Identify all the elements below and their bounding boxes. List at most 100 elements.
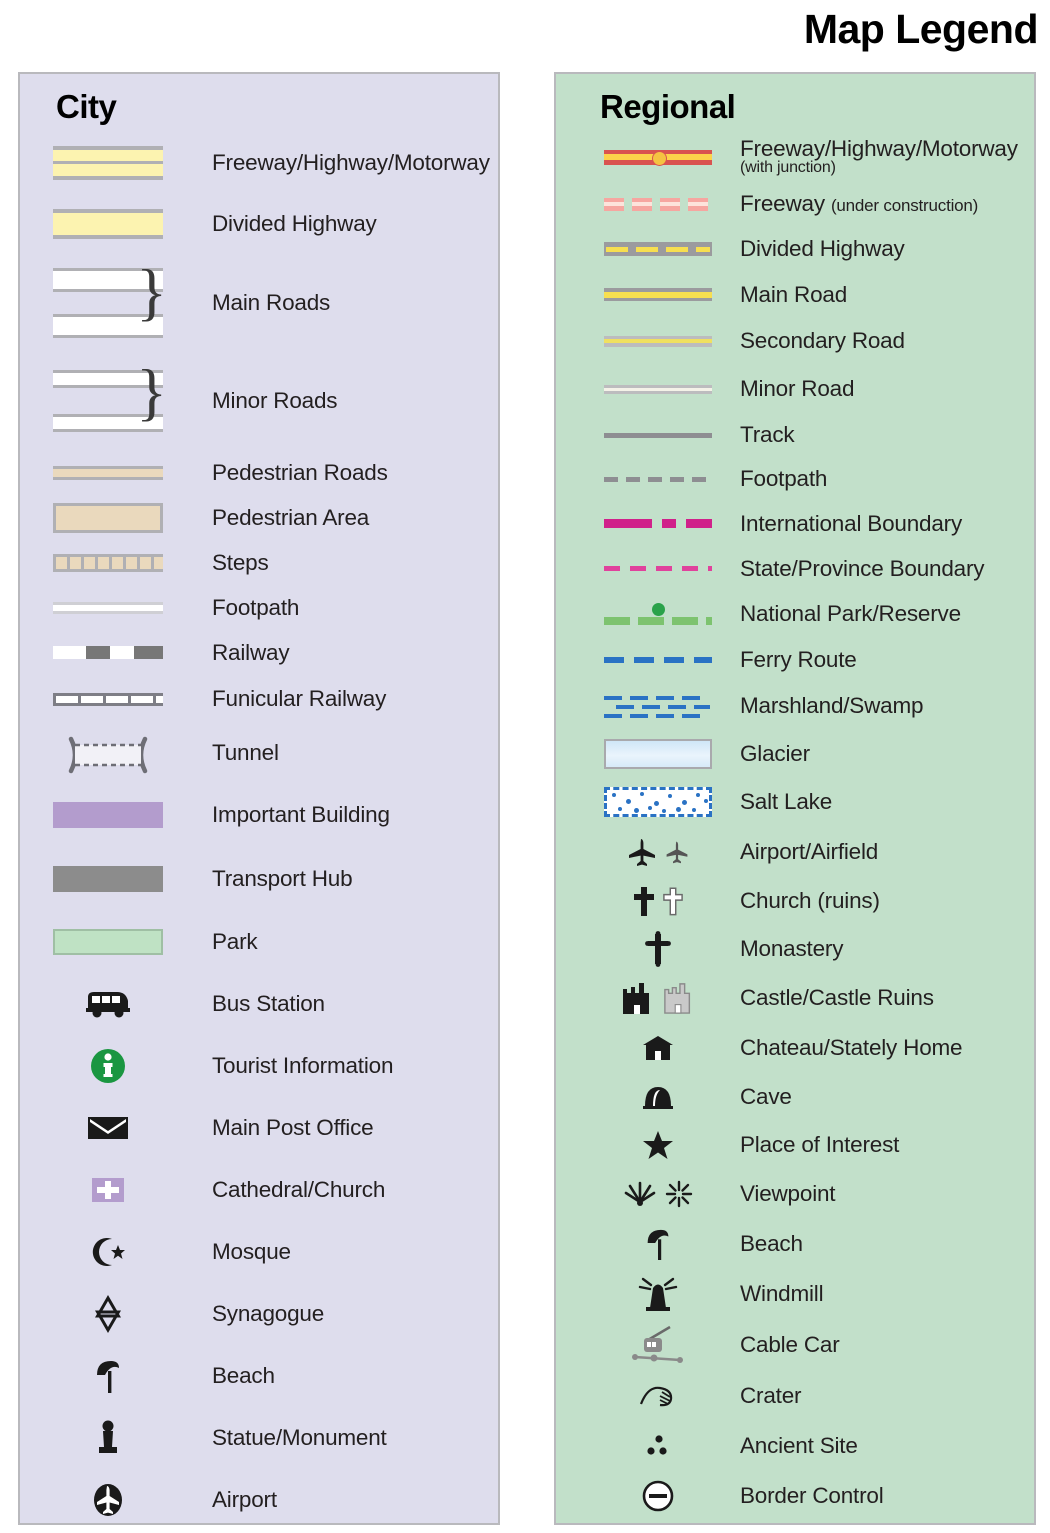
legend-label: Tourist Information (212, 1053, 394, 1079)
funicular-railway-line-icon (44, 692, 172, 706)
viewpoint-fan-icon (624, 1181, 656, 1206)
border-control-icon (598, 1479, 718, 1513)
legend-row-secondary-road: Secondary Road (556, 317, 1034, 365)
legend-row-national-park: National Park/Reserve (556, 591, 1034, 637)
chateau-icon (598, 1034, 718, 1062)
legend-row-footpath: Footpath (20, 585, 498, 630)
legend-row-church-ruins: Church (ruins) (556, 877, 1034, 925)
legend-label: Secondary Road (740, 328, 905, 354)
cross-icon (634, 887, 654, 916)
park-swatch-icon (44, 929, 172, 955)
legend-row-salt-lake: Salt Lake (556, 777, 1034, 827)
crater-icon (598, 1383, 718, 1409)
legend-label: Statue/Monument (212, 1425, 387, 1451)
cross-ruins-icon (663, 887, 683, 916)
legend-row-important-building: Important Building (20, 783, 498, 847)
legend-label: Cathedral/Church (212, 1177, 386, 1203)
city-panel-heading: City (56, 88, 117, 125)
pedestrian-road-band-icon (44, 465, 172, 480)
legend-row-cable-car: Cable Car (556, 1319, 1034, 1371)
legend-label: Chateau/Stately Home (740, 1034, 963, 1060)
legend-label: Main Road (740, 281, 848, 307)
legend-label: Freeway/Highway/Motorway (with junction) (740, 136, 1018, 177)
ancient-site-icon (598, 1433, 718, 1459)
pedestrian-area-box-icon (44, 502, 172, 533)
tunnel-brackets-icon (44, 733, 172, 774)
regional-legend-panel: Regional Freeway/Highway/Motorway (with … (554, 72, 1036, 1525)
monument-icon (44, 1418, 172, 1458)
legend-label: Viewpoint (740, 1181, 836, 1207)
legend-row-statue-monument: Statue/Monument (20, 1407, 498, 1469)
information-icon (44, 1046, 172, 1086)
legend-label: Bus Station (212, 991, 325, 1017)
legend-label: Minor Road (740, 376, 855, 402)
minor-roads-pair-brace-icon: } (44, 359, 172, 432)
legend-row-tunnel: Tunnel (20, 723, 498, 783)
legend-row-main-roads: } Main Roads (20, 254, 498, 352)
legend-row-windmill: Windmill (556, 1269, 1034, 1319)
legend-label: Freeway/Highway/Motorway (212, 150, 490, 176)
legend-row-post-office: Main Post Office (20, 1097, 498, 1159)
legend-row-funicular: Funicular Railway (20, 675, 498, 723)
bus-icon (44, 989, 172, 1019)
legend-label: Beach (212, 1363, 275, 1389)
castle-ruins-icon (664, 983, 691, 1014)
legend-row-state-boundary: State/Province Boundary (556, 546, 1034, 591)
page-title: Map Legend (803, 6, 1039, 52)
legend-label: Railway (212, 639, 290, 665)
legend-label: Mosque (212, 1239, 291, 1265)
transport-hub-swatch-icon (44, 866, 172, 892)
footpath-line-icon (44, 601, 172, 614)
legend-label: Freeway (under construction) (740, 192, 978, 216)
legend-row-place-of-interest: Place of Interest (556, 1121, 1034, 1169)
legend-label: Castle/Castle Ruins (740, 985, 934, 1011)
legend-label: Main Roads (212, 290, 331, 316)
legend-row-mosque: Mosque (20, 1221, 498, 1283)
legend-row-marshland: Marshland/Swamp (556, 682, 1034, 730)
legend-row-main-road: Main Road (556, 272, 1034, 317)
legend-row-cathedral-church: Cathedral/Church (20, 1159, 498, 1221)
legend-label: Funicular Railway (212, 686, 387, 712)
umbrella-icon (598, 1226, 718, 1262)
airfield-icon (666, 841, 688, 864)
legend-label: Minor Roads (212, 388, 338, 414)
legend-label: Tunnel (212, 740, 279, 766)
regional-legend-rows: Freeway/Highway/Motorway (with junction)… (556, 132, 1034, 1521)
city-legend-panel: City Freeway/Highway/Motorway Divided Hi… (18, 72, 500, 1525)
castle-icon (623, 983, 649, 1014)
legend-label: Cave (740, 1083, 792, 1109)
legend-row-crater: Crater (556, 1371, 1034, 1421)
freeway-band-icon (44, 146, 172, 180)
ferry-route-line-icon (598, 656, 718, 663)
legend-label: Pedestrian Area (212, 504, 370, 530)
legend-row-airport-airfield: Airport/Airfield (556, 827, 1034, 877)
legend-label: Crater (740, 1383, 802, 1409)
legend-row-freeway-junction: Freeway/Highway/Motorway (with junction) (556, 132, 1034, 182)
airplane-icon (629, 839, 655, 866)
legend-label: International Boundary (740, 510, 963, 536)
legend-row-footpath: Footpath (556, 457, 1034, 501)
legend-label: Divided Highway (212, 211, 377, 237)
legend-label: Important Building (212, 802, 390, 828)
legend-row-beach: Beach (20, 1345, 498, 1407)
national-park-line-icon (598, 603, 718, 625)
main-roads-pair-brace-icon: } (44, 259, 172, 338)
legend-row-pedestrian-area: Pedestrian Area (20, 495, 498, 540)
legend-label: Cable Car (740, 1332, 840, 1358)
salt-lake-pattern-icon (598, 787, 718, 817)
city-legend-rows: Freeway/Highway/Motorway Divided Highway… (20, 132, 498, 1531)
legend-row-freeway-construction: Freeway (under construction) (556, 182, 1034, 226)
legend-label: Airport (212, 1487, 277, 1513)
legend-label-note: (under construction) (830, 196, 979, 216)
freeway-construction-line-icon (598, 197, 718, 211)
legend-label: Divided Highway (740, 236, 905, 262)
legend-row-steps: Steps (20, 540, 498, 585)
legend-label-sublabel: (with junction) (740, 159, 836, 177)
legend-label: Windmill (740, 1281, 824, 1307)
legend-label: Steps (212, 549, 269, 575)
footpath-dashed-line-icon (598, 476, 718, 482)
legend-row-track: Track (556, 413, 1034, 457)
legend-row-divided-highway: Divided Highway (556, 226, 1034, 272)
secondary-road-line-icon (598, 335, 718, 347)
legend-label: Salt Lake (740, 789, 833, 815)
